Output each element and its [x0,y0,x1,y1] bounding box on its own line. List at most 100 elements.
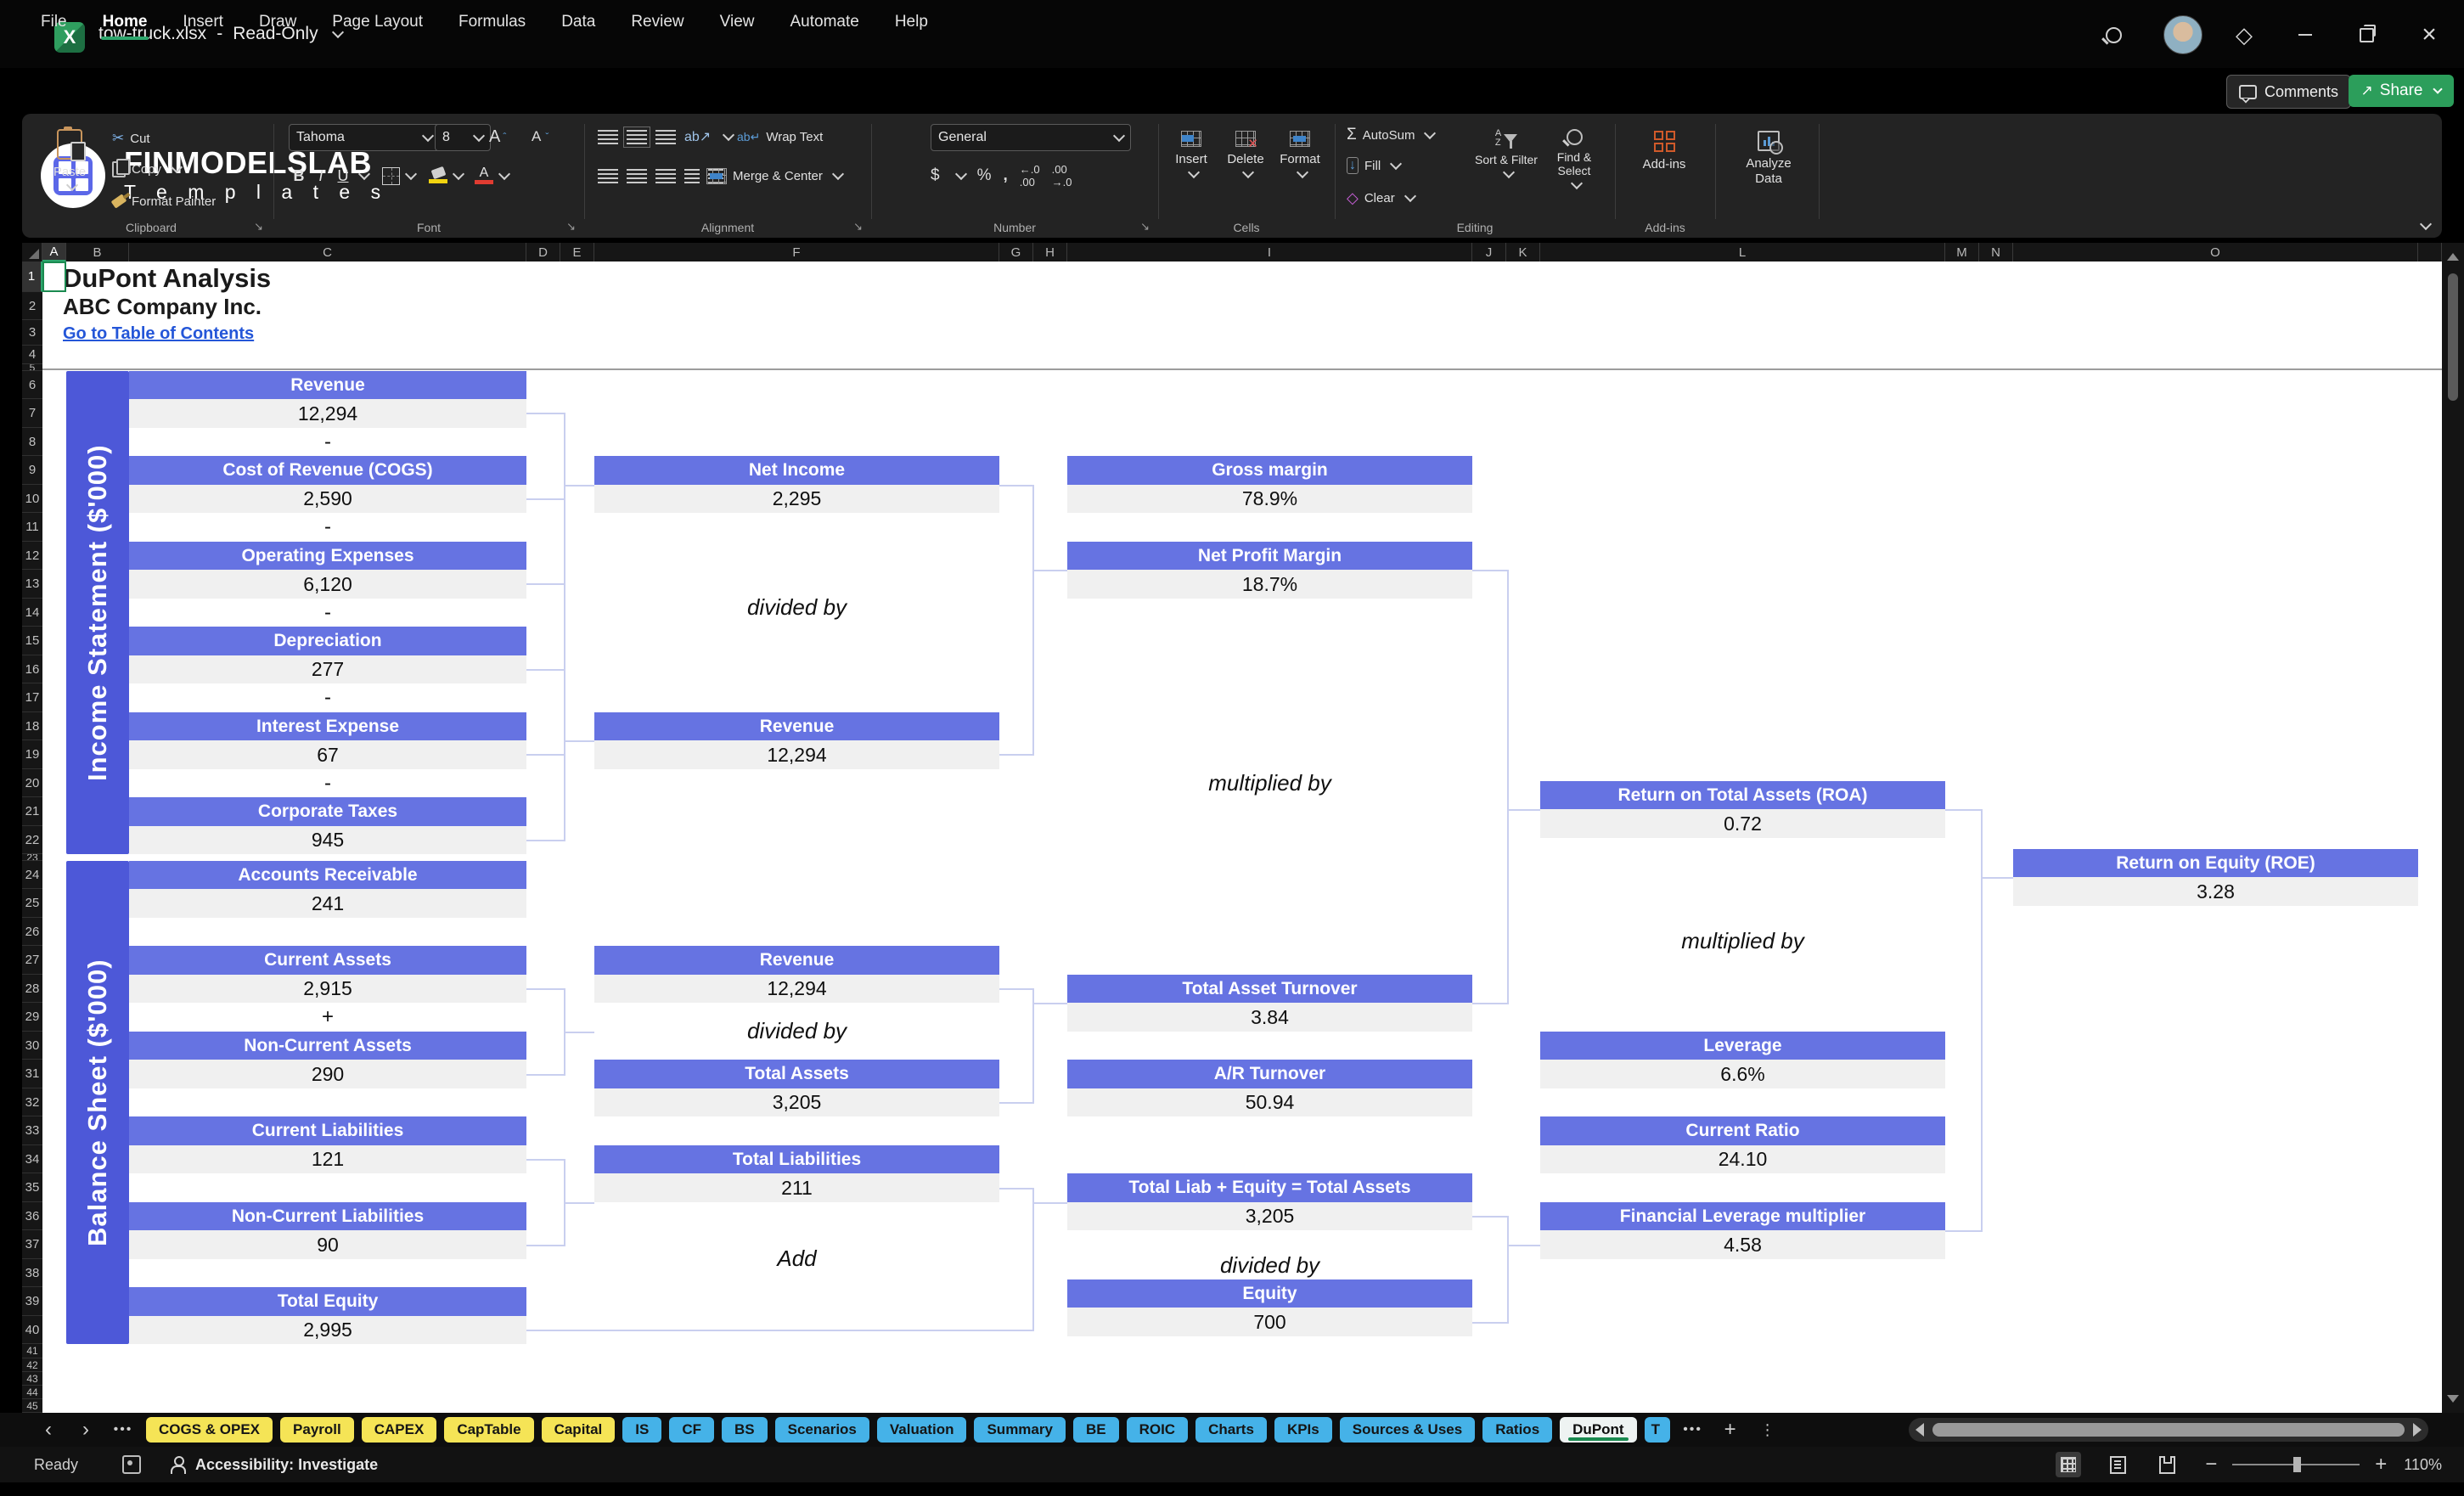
row-header[interactable]: 26 [22,918,42,946]
flow-node-header-roa[interactable]: Return on Total Assets (ROA) [1540,781,1945,809]
dialog-launcher-icon[interactable]: ↘ [853,220,863,233]
borders-button[interactable] [382,167,400,185]
column-header[interactable]: O [2013,243,2418,262]
flow-node-header-total_liabilities[interactable]: Total Liabilities [594,1145,999,1173]
page-layout-view-button[interactable] [2105,1452,2130,1477]
more-sheets-icon[interactable]: ••• [1679,1422,1707,1437]
menu-insert[interactable]: Insert [181,8,225,37]
flow-node-value-gross_margin[interactable]: 78.9% [1067,485,1472,513]
flow-node-value-is_interest[interactable]: 67 [129,740,526,769]
font-color-button[interactable]: A [475,168,493,184]
flow-node-header-net_profit_margin[interactable]: Net Profit Margin [1067,542,1472,570]
row-header[interactable]: 18 [22,712,42,740]
flow-node-value-bs_noncurrent_liabilities[interactable]: 90 [129,1230,526,1259]
row-header[interactable]: 15 [22,627,42,655]
sheet-tab-payroll[interactable]: Payroll [280,1417,354,1443]
menu-data[interactable]: Data [560,8,597,37]
flow-node-value-is_cogs[interactable]: 2,590 [129,485,526,513]
decrease-indent-icon[interactable] [684,169,700,183]
accessibility-status[interactable]: Accessibility: Investigate [195,1456,378,1474]
flow-node-value-current_ratio[interactable]: 24.10 [1540,1145,1945,1173]
row-header[interactable]: 1 [22,262,42,292]
flow-node-header-total_assets[interactable]: Total Assets [594,1060,999,1088]
table-of-contents-link[interactable]: Go to Table of Contents [63,324,254,344]
row-header[interactable]: 2 [22,292,42,320]
flow-node-value-tle_total_assets[interactable]: 3,205 [1067,1202,1472,1230]
addins-button[interactable]: Add-ins [1632,122,1696,172]
delete-cells-button[interactable]: ✕ Delete [1219,122,1272,177]
avatar[interactable] [2163,15,2202,54]
flow-node-header-bs_total_equity[interactable]: Total Equity [129,1287,526,1316]
row-header[interactable]: 5 [22,364,42,371]
column-header[interactable]: B [66,243,129,262]
row-header[interactable]: 29 [22,1003,42,1032]
flow-node-header-revenue_f2[interactable]: Revenue [594,946,999,975]
row-header[interactable]: 28 [22,975,42,1003]
menu-home[interactable]: Home [101,8,149,37]
row-header[interactable]: 42 [22,1358,42,1372]
premium-diamond-icon[interactable]: ◇ [2230,20,2259,49]
orientation-icon[interactable]: ab↗ [684,128,711,145]
row-header[interactable]: 34 [22,1145,42,1173]
select-all-corner[interactable] [22,243,42,262]
sheet-tab-bs[interactable]: BS [722,1417,768,1443]
zoom-slider-thumb[interactable] [2293,1457,2301,1472]
align-bottom-icon[interactable] [655,130,676,144]
row-header[interactable]: 6 [22,371,42,399]
flow-node-value-total_asset_turnover[interactable]: 3.84 [1067,1003,1472,1032]
column-header[interactable]: C [129,243,526,262]
row-header[interactable]: 23 [22,854,42,861]
chevron-down-icon[interactable] [358,168,370,180]
row-header[interactable]: 25 [22,889,42,918]
flow-node-value-leverage[interactable]: 6.6% [1540,1060,1945,1088]
chevron-down-icon[interactable] [955,168,967,180]
scroll-right-icon[interactable] [2413,1423,2422,1437]
zoom-in-button[interactable]: + [2375,1453,2387,1476]
flow-node-header-leverage[interactable]: Leverage [1540,1032,1945,1060]
row-header[interactable]: 36 [22,1202,42,1230]
column-header[interactable]: J [1472,243,1506,262]
row-header[interactable]: 12 [22,542,42,570]
sheet-tab-summary[interactable]: Summary [974,1417,1065,1443]
autosum-button[interactable]: Σ AutoSum [1347,122,1434,148]
row-header[interactable]: 45 [22,1399,42,1413]
sheet-tab-ratios[interactable]: Ratios [1482,1417,1552,1443]
more-sheets-icon[interactable]: ••• [109,1422,138,1437]
flow-node-value-equity[interactable]: 700 [1067,1308,1472,1336]
paste-button[interactable]: Paste [42,121,97,189]
column-header[interactable]: M [1945,243,1979,262]
row-header[interactable]: 40 [22,1316,42,1344]
font-size-select[interactable]: 8 [435,124,491,151]
column-header[interactable]: A [42,243,66,262]
menu-draw[interactable]: Draw [257,8,298,37]
column-header[interactable]: L [1540,243,1945,262]
restore-button[interactable] [2352,20,2381,49]
menu-file[interactable]: File [39,8,69,37]
flow-node-header-gross_margin[interactable]: Gross margin [1067,456,1472,485]
percent-format-button[interactable]: % [977,166,992,185]
flow-node-value-bs_current_assets[interactable]: 2,915 [129,975,526,1003]
flow-node-value-bs_ar[interactable]: 241 [129,889,526,918]
menu-page-layout[interactable]: Page Layout [330,8,425,37]
comments-button[interactable]: Comments [2226,75,2351,109]
copy-button[interactable]: Copy [112,156,181,182]
bold-button[interactable]: B [289,167,309,185]
chevron-down-icon[interactable] [723,129,734,141]
grow-font-button[interactable]: Aˆ [489,124,506,149]
flow-node-header-equity[interactable]: Equity [1067,1279,1472,1308]
flow-node-value-bs_total_equity[interactable]: 2,995 [129,1316,526,1344]
sheet-tab-dupont[interactable]: DuPont [1560,1417,1636,1443]
sheet-tab-cf[interactable]: CF [669,1417,714,1443]
row-header[interactable]: 14 [22,599,42,627]
sheet-tab-is[interactable]: IS [622,1417,661,1443]
row-header[interactable]: 41 [22,1344,42,1358]
row-header[interactable]: 37 [22,1230,42,1259]
scroll-up-icon[interactable] [2447,253,2459,261]
flow-node-value-is_taxes[interactable]: 945 [129,826,526,854]
flow-node-value-revenue_f2[interactable]: 12,294 [594,975,999,1003]
sheet-tab-capex[interactable]: CAPEX [362,1417,437,1443]
flow-node-value-net_income[interactable]: 2,295 [594,485,999,513]
shrink-font-button[interactable]: Aˇ [532,124,548,149]
row-header[interactable]: 35 [22,1173,42,1202]
vertical-scrollbar[interactable] [2442,243,2464,1413]
